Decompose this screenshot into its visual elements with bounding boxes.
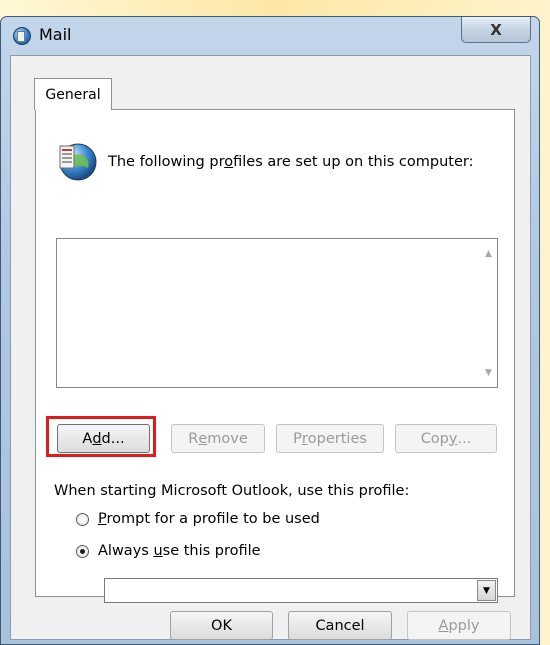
copy-profile-button[interactable]: Cop y... [395, 424, 497, 453]
radio-prompt-for-profile[interactable]: Prompt for a profile to be used [76, 511, 320, 527]
radio-always-use-profile[interactable]: Always use this profile [76, 543, 261, 559]
profiles-icon [59, 143, 97, 181]
general-tab-panel: The following profiles are set up on thi… [35, 109, 515, 603]
profiles-intro-text: The following profiles are set up on thi… [108, 154, 474, 170]
add-profile-button[interactable]: Ad d... [57, 424, 150, 453]
title-bar[interactable]: Mail X [1, 17, 539, 53]
startup-profile-label: When starting Microsoft Outlook, use thi… [54, 483, 410, 499]
tab-general-label: General [45, 86, 101, 103]
tab-general[interactable]: General [34, 78, 112, 110]
profile-properties-button[interactable]: Pr operties [276, 424, 384, 453]
scroll-down-icon[interactable]: ▼ [480, 364, 497, 381]
profile-select-dropdown[interactable]: ▼ [104, 578, 498, 603]
close-icon: X [490, 20, 502, 39]
mail-dialog-window: Mail X General The following profiles ar… [0, 16, 540, 645]
chevron-down-icon[interactable]: ▼ [477, 580, 496, 601]
mail-control-panel-icon [13, 27, 31, 45]
apply-button[interactable]: Apply [407, 611, 511, 640]
scroll-up-icon[interactable]: ▲ [480, 245, 497, 262]
remove-profile-button[interactable]: Re move [171, 424, 265, 453]
profiles-listbox[interactable]: ▲ ▼ [56, 238, 498, 388]
close-button[interactable]: X [461, 17, 531, 43]
radio-button-unchecked[interactable] [76, 512, 89, 526]
cancel-button[interactable]: Cancel [288, 611, 392, 640]
ok-button[interactable]: OK [170, 611, 273, 640]
radio-always-label: Always use this profile [98, 543, 261, 559]
window-title: Mail [39, 25, 72, 44]
radio-prompt-label: Prompt for a profile to be used [98, 511, 320, 527]
profiles-list-scrollbar[interactable]: ▲ ▼ [480, 239, 497, 387]
dialog-client-area: General The following profiles are set u… [10, 55, 531, 640]
radio-button-checked[interactable] [76, 544, 89, 558]
